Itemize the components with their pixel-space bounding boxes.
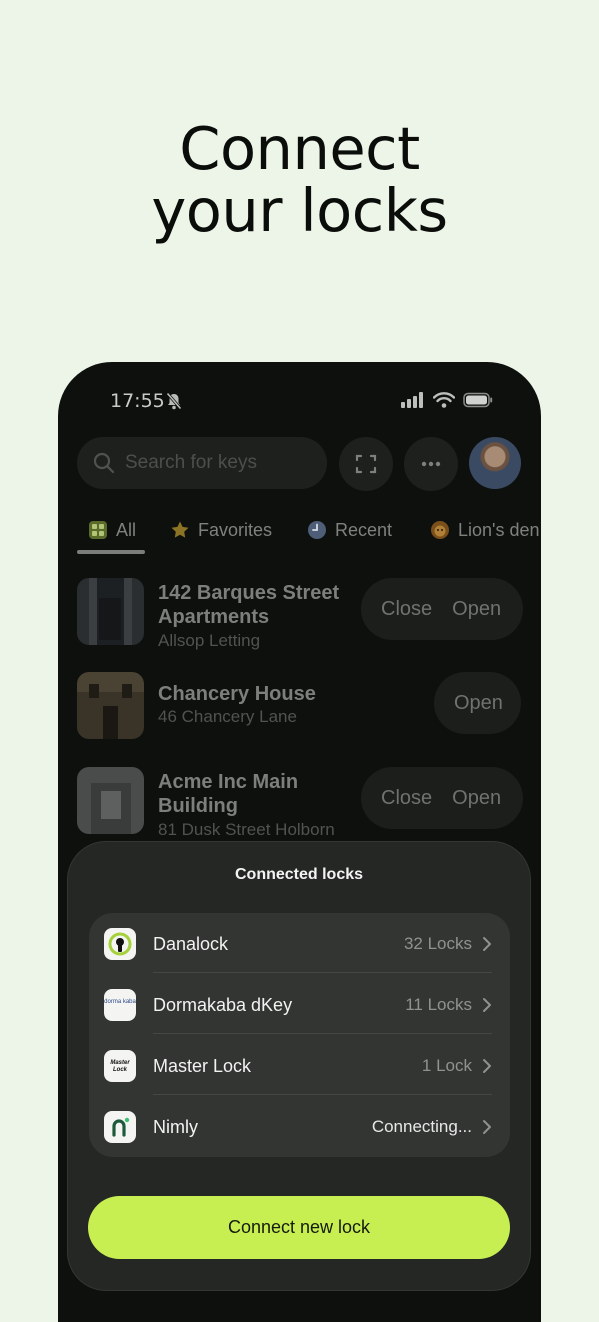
key-thumbnail [77,672,144,739]
open-button[interactable]: Open [454,692,503,715]
key-subtitle: Allsop Letting [158,631,261,650]
key-row[interactable]: 142 Barques Street Apartments Allsop Let… [77,578,523,650]
lock-status: Connecting... [371,1117,472,1136]
lock-item-nimly[interactable]: Nimly Connecting... [89,1096,510,1156]
tab-all[interactable]: All [88,510,136,550]
key-actions: Close Open [361,767,523,829]
key-title: Chancery House [158,683,316,705]
sheet-title: Connected locks [234,866,364,883]
wifi-icon [432,392,456,413]
dormakaba-logo-text: dorma kaba [104,999,136,1005]
key-actions: Open [434,672,521,734]
chevron-right-icon [482,1058,492,1079]
lock-name: Danalock [153,934,229,954]
masterlock-logo: Master Lock [104,1050,136,1082]
star-icon [170,520,190,540]
divider [153,1094,492,1095]
chevron-right-icon [482,936,492,957]
headline: Connect your locks [0,118,599,242]
key-row[interactable]: Acme Inc Main Building 81 Dusk Street Ho… [77,767,523,839]
key-title: 142 Barques Street [158,582,340,604]
key-thumbnail [77,767,144,834]
danalock-logo [104,928,136,960]
close-button[interactable]: Close [381,787,432,810]
avatar[interactable] [469,437,521,489]
clock-icon [307,520,327,540]
status-bar: 17:55 [58,362,541,442]
divider [153,972,492,973]
bell-muted-icon [166,392,182,415]
chevron-right-icon [482,997,492,1018]
key-title-line-2: Building [158,795,238,817]
tab-lions-den[interactable]: Lion's den [430,510,540,550]
nimly-logo [104,1111,136,1143]
dormakaba-logo: dorma kaba [104,989,136,1021]
key-actions: Close Open [361,578,523,640]
lock-name: Dormakaba dKey [153,995,293,1015]
tab-favorites[interactable]: Favorites [170,510,272,550]
more-button[interactable] [404,437,458,491]
key-title: Acme Inc Main [158,771,299,793]
tab-recent[interactable]: Recent [307,510,392,550]
tab-lions-den-label: Lion's den [458,519,540,540]
tab-all-label: All [116,519,137,540]
lock-item-masterlock[interactable]: Master Lock Master Lock 1 Lock [89,1035,510,1095]
key-subtitle: 81 Dusk Street Holborn [158,820,335,839]
key-row[interactable]: Chancery House 46 Chancery Lane Open [77,672,523,744]
headline-line-2: your locks [151,176,448,245]
signal-icon [401,392,425,413]
chevron-right-icon [482,1119,492,1140]
search-icon [93,452,115,479]
lock-count: 32 Locks [403,934,472,953]
open-button[interactable]: Open [452,787,501,810]
key-thumbnail [77,578,144,645]
search-input[interactable]: Search for keys [77,437,327,489]
masterlock-logo-text: Master Lock [110,1060,130,1073]
status-time: 17:55 [110,390,165,412]
phone-frame: 17:55 Search for keys All Favorites Rece… [58,362,541,1322]
lock-item-danalock[interactable]: Danalock 32 Locks [89,913,510,973]
tab-favorites-label: Favorites [198,519,273,540]
lock-count: 11 Locks [405,995,472,1014]
open-button[interactable]: Open [452,598,501,621]
close-button[interactable]: Close [381,598,432,621]
key-subtitle: 46 Chancery Lane [158,707,297,726]
battery-icon [463,392,493,413]
active-tab-indicator [77,550,145,554]
lock-count: 1 Lock [421,1056,472,1075]
grid-icon [88,520,108,540]
connect-new-lock-button[interactable]: Connect new lock [88,1196,510,1259]
locks-list: Danalock 32 Locks dorma kaba Dormakaba d… [89,913,510,1157]
search-placeholder: Search for keys [125,452,257,473]
lion-icon [430,520,450,540]
scan-button[interactable] [339,437,393,491]
lock-name: Nimly [153,1117,198,1137]
key-title-line-2: Apartments [158,606,270,628]
headline-line-1: Connect [179,114,420,183]
tab-recent-label: Recent [335,519,393,540]
connected-locks-sheet: Connected locks Danalock 32 Locks dorma … [68,842,530,1290]
lock-name: Master Lock [153,1056,252,1076]
divider [153,1033,492,1034]
lock-item-dormakaba[interactable]: dorma kaba Dormakaba dKey 11 Locks [89,974,510,1034]
